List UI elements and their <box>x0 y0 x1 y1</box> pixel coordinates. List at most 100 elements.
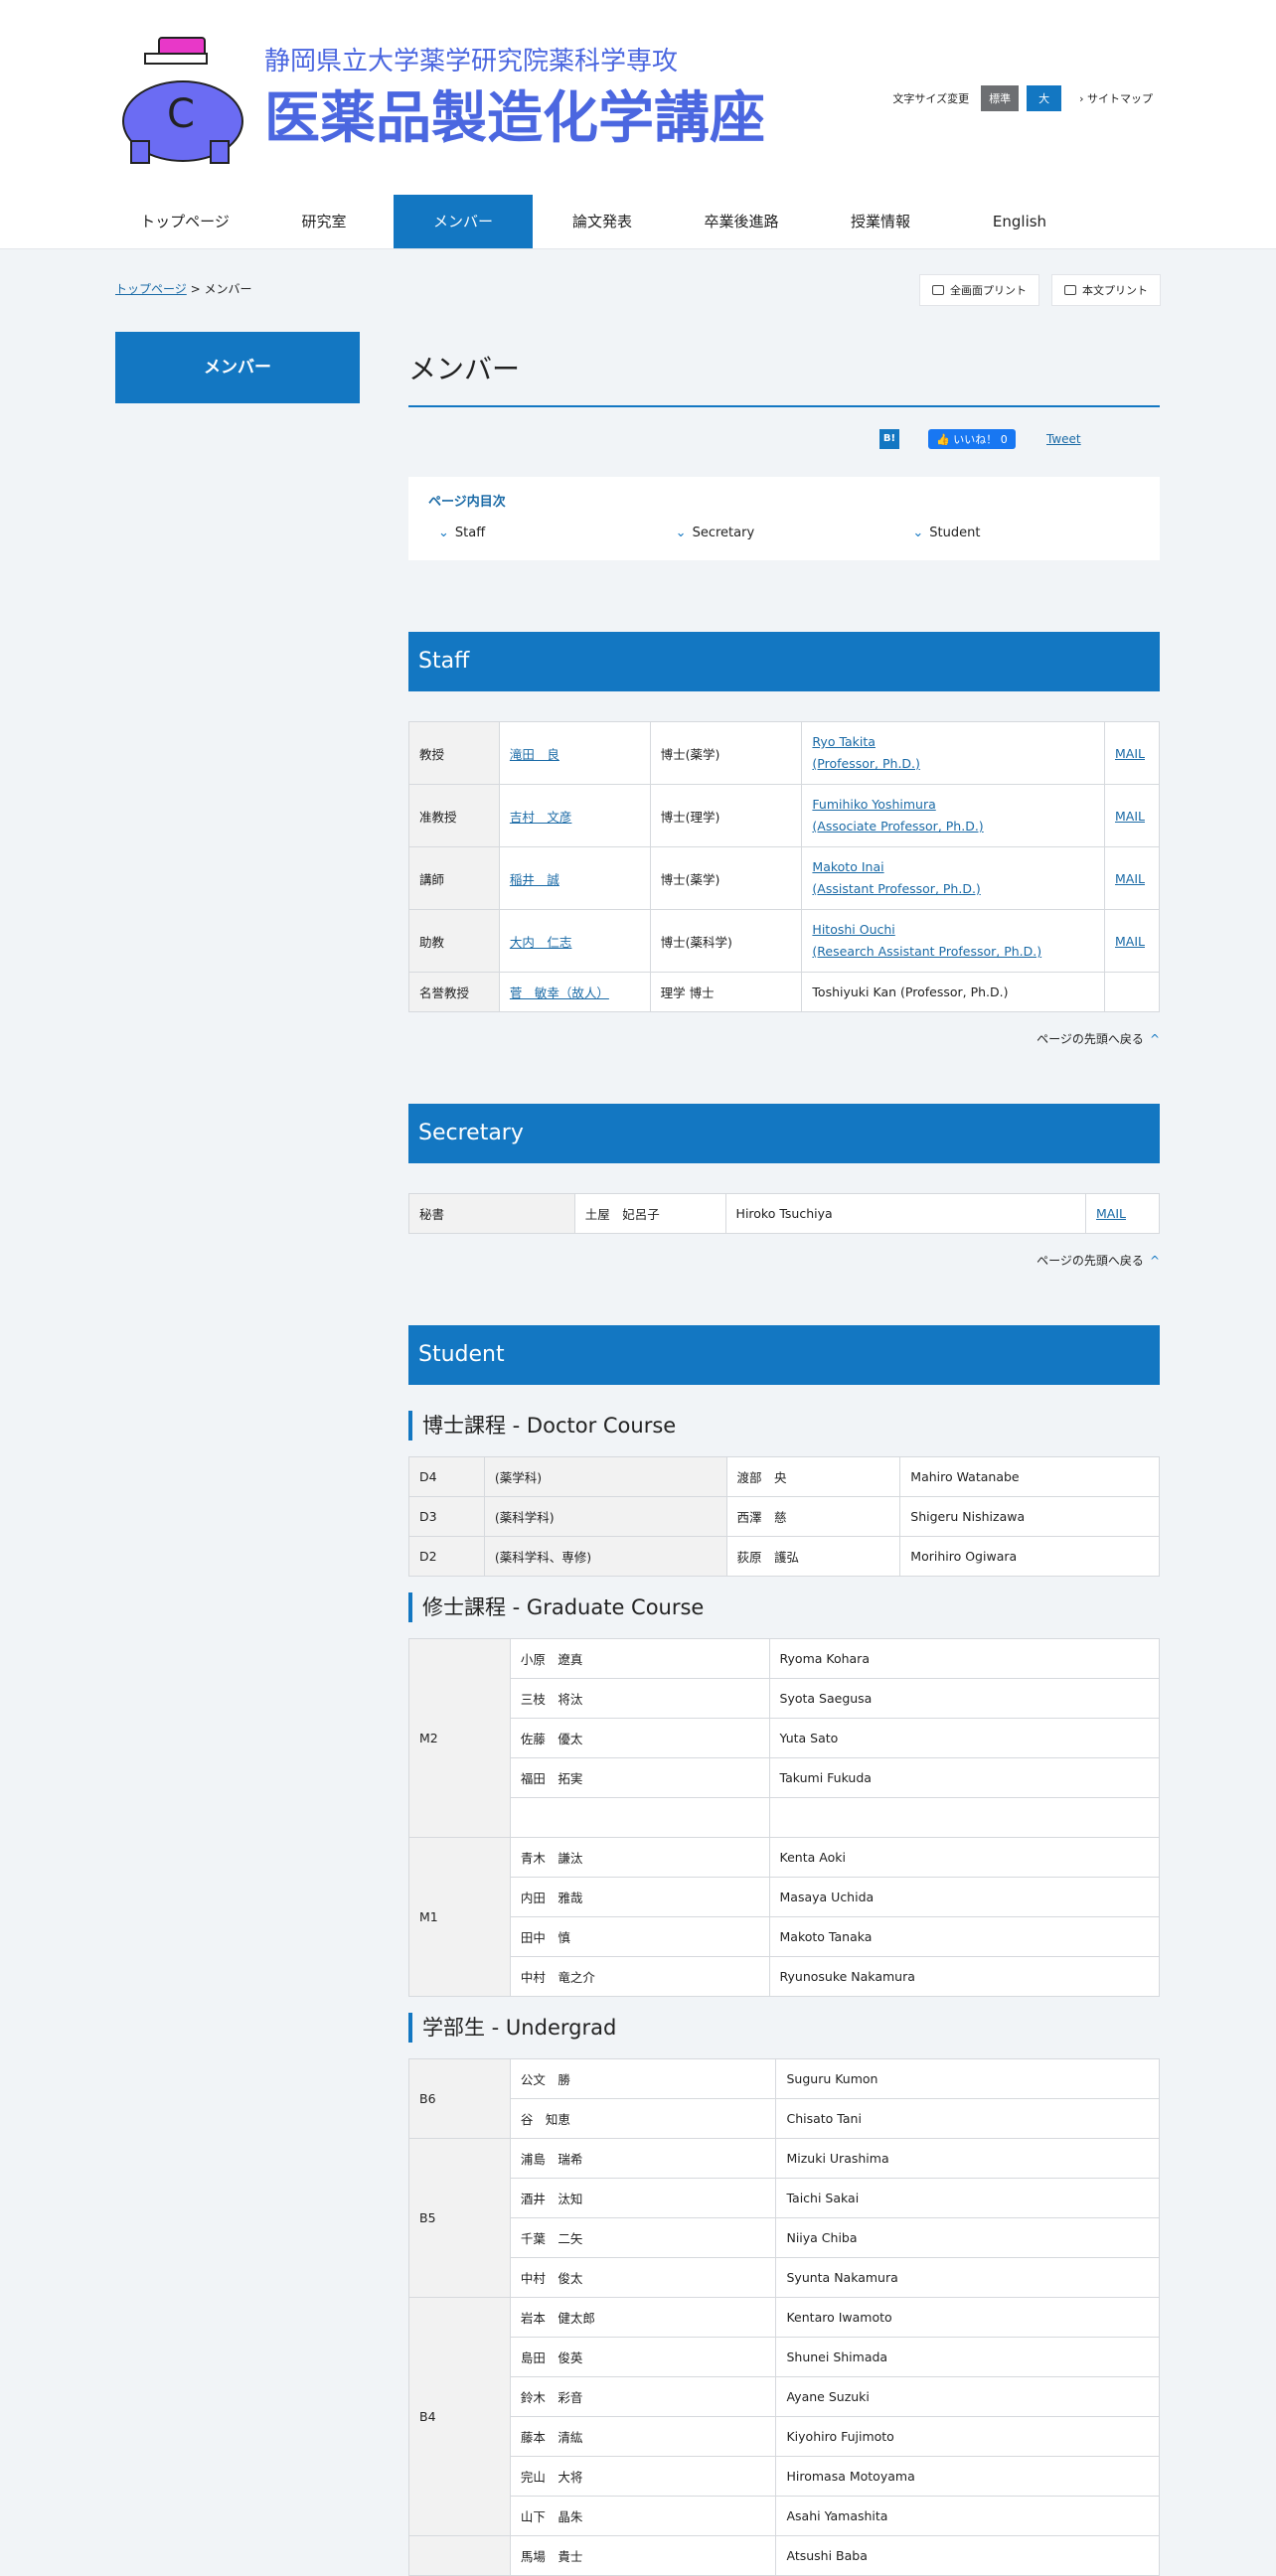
site-logo[interactable]: C 静岡県立大学薬学研究院薬科学専攻 医薬品製造化学講座 <box>115 30 771 169</box>
table-row: 中村 竜之介 Ryunosuke Nakamura <box>409 1956 1161 1997</box>
printer-icon <box>1064 285 1076 295</box>
nav-item-papers[interactable]: 論文発表 <box>533 195 672 248</box>
nav-item-english[interactable]: English <box>950 195 1089 248</box>
table-row: B5 浦島 瑞希 Mizuki Urashima <box>408 2138 1160 2298</box>
nav-item-career[interactable]: 卒業後進路 <box>672 195 811 248</box>
staff-en-link[interactable]: Ryo Takita (Professor, Ph.D.) <box>812 734 919 771</box>
side-nav-members[interactable]: メンバー <box>115 332 360 403</box>
table-row: 講師 稲井 誠 博士(薬学) Makoto Inai (Assistant Pro… <box>408 846 1161 910</box>
chevron-up-icon: ^ <box>1149 1254 1160 1268</box>
page-toc: ページ内目次 Staff Secretary Student <box>408 477 1160 560</box>
table-row: 藤本 清紘 Kiyohiro Fujimoto <box>409 2416 1160 2457</box>
font-size-large-button[interactable]: 大 <box>1027 85 1062 111</box>
mail-link[interactable]: MAIL <box>1096 1206 1126 1221</box>
toc-item-student[interactable]: Student <box>902 526 1140 540</box>
printer-icon <box>932 285 944 295</box>
mail-link[interactable]: MAIL <box>1115 934 1145 949</box>
table-row: 三枝 将汰 Syota Saegusa <box>409 1678 1161 1719</box>
subheading-undergrad: 学部生 - Undergrad <box>408 2013 1160 2043</box>
toc-title: ページ内目次 <box>428 495 506 510</box>
main-content: メンバー B! 👍 いいね！ 0 Tweet ページ内目次 Staff Secr… <box>408 332 1161 2576</box>
staff-en-link[interactable]: Hitoshi Ouchi (Research Assistant Profess… <box>812 922 1041 959</box>
thumbs-up-icon: 👍 <box>936 433 950 446</box>
doctor-table: D4 (薬学科) 渡部 央 Mahiro Watanabe D3 (薬科学科) 西澤 慈S… <box>408 1456 1160 1577</box>
staff-table: 教授 滝田 良 博士(薬学) Ryo Takita (Professor, Ph.… <box>408 721 1161 1012</box>
breadcrumb: トップページ > メンバー <box>115 282 252 296</box>
breadcrumb-current: メンバー <box>204 282 252 296</box>
print-buttons: 全画面プリント 本文プリント <box>919 274 1161 306</box>
staff-name-link[interactable]: 吉村 文彦 <box>510 810 572 825</box>
table-row: B6 公文 勝 Suguru Kumon <box>408 2058 1160 2139</box>
nav-item-lab[interactable]: 研究室 <box>254 195 394 248</box>
table-row: 中村 俊太 Syunta Nakamura <box>409 2257 1160 2298</box>
logo-graphic: C 静岡県立大学薬学研究院薬科学専攻 医薬品製造化学講座 <box>122 37 765 164</box>
toc-item-staff[interactable]: Staff <box>428 526 666 540</box>
table-row: D3 (薬科学科) 西澤 慈 Shigeru Nishizawa <box>408 1496 1160 1537</box>
table-row: 谷 知恵 Chisato Tani <box>409 2098 1160 2139</box>
staff-en-link[interactable]: Makoto Inai (Assistant Professor, Ph.D.) <box>812 859 980 896</box>
sitemap-link[interactable]: › サイトマップ <box>1079 90 1153 106</box>
font-size-standard-button[interactable]: 標準 <box>981 85 1020 111</box>
breadcrumb-home-link[interactable]: トップページ <box>115 282 187 296</box>
table-row: 佐藤 優太 Yuta Sato <box>409 1718 1161 1758</box>
table-row: M2 小原 遼真 Ryoma Kohara <box>408 1638 1161 1838</box>
tweet-link[interactable]: Tweet <box>1046 432 1081 446</box>
site-header: C 静岡県立大学薬学研究院薬科学専攻 医薬品製造化学講座 文字サイズ変更 標準 … <box>0 0 1276 249</box>
staff-name-link[interactable]: 大内 仁志 <box>510 935 572 950</box>
subheading-graduate: 修士課程 - Graduate Course <box>408 1592 1160 1622</box>
table-row: 鈴木 彩音 Ayane Suzuki <box>409 2376 1160 2417</box>
section-heading-secretary: Secretary <box>408 1104 1160 1163</box>
facebook-like-button[interactable]: 👍 いいね！ 0 <box>928 429 1016 449</box>
font-size-label: 文字サイズ変更 <box>892 92 970 105</box>
utility-bar: 文字サイズ変更 標準 大 › サイトマップ <box>892 85 1153 111</box>
mail-link[interactable]: MAIL <box>1115 809 1145 824</box>
table-row: 島田 俊英 Shunei Shimada <box>409 2337 1160 2377</box>
mail-link[interactable]: MAIL <box>1115 746 1145 761</box>
logo-subtitle: 静岡県立大学薬学研究院薬科学専攻 <box>264 47 678 76</box>
undergrad-table: B6 公文 勝 Suguru Kumon 谷 知恵 Chisato Tani B5 浦島… <box>408 2058 1160 2576</box>
nav-item-classes[interactable]: 授業情報 <box>811 195 950 248</box>
table-row: 名誉教授 菅 敏幸（故人） 理学 博士 Toshiyuki Kan (Profe… <box>408 972 1161 1012</box>
hatena-bookmark-button[interactable]: B! <box>879 429 899 449</box>
nav-item-top[interactable]: トップページ <box>115 195 254 248</box>
back-to-top-link[interactable]: ページの先頭へ戻る ^ <box>408 1234 1160 1291</box>
back-to-top-link[interactable]: ページの先頭へ戻る ^ <box>408 1012 1160 1070</box>
table-row: D4 (薬学科) 渡部 央 Mahiro Watanabe <box>408 1456 1160 1497</box>
page-title: メンバー <box>408 332 1160 407</box>
secretary-table: 秘書 土屋 妃呂子 Hiroko Tsuchiya MAIL <box>408 1193 1160 1234</box>
svg-text:C: C <box>167 91 195 137</box>
table-row: 教授 滝田 良 博士(薬学) Ryo Takita (Professor, Ph.… <box>408 721 1161 785</box>
staff-name-link[interactable]: 菅 敏幸（故人） <box>510 985 609 1000</box>
social-buttons: B! 👍 いいね！ 0 Tweet <box>408 407 1160 477</box>
graduate-table: M2 小原 遼真 Ryoma Kohara 三枝 将汰 Syota Saegusa 佐… <box>408 1638 1161 1997</box>
nav-item-members[interactable]: メンバー <box>394 195 533 248</box>
section-heading-student: Student <box>408 1325 1160 1385</box>
print-body-button[interactable]: 本文プリント <box>1051 274 1161 306</box>
toc-item-secretary[interactable]: Secretary <box>666 526 903 540</box>
table-row: 田中 慎 Makoto Tanaka <box>409 1916 1161 1957</box>
table-row: D2 (薬科学科、専修) 荻原 護弘 Morihiro Ogiwara <box>408 1536 1160 1577</box>
table-row: 完山 大将 Hiromasa Motoyama <box>409 2456 1160 2497</box>
table-row: 福田 拓実 Takumi Fukuda <box>409 1757 1161 1798</box>
table-row: 助教 大内 仁志 博士(薬科学) Hitoshi Ouchi (Research … <box>408 909 1161 973</box>
table-row: 山下 晶朱 Asahi Yamashita <box>409 2496 1160 2536</box>
table-row: M1 青木 謙汰 Kenta Aoki <box>408 1837 1161 1997</box>
section-heading-staff: Staff <box>408 632 1160 691</box>
chevron-right-icon: › <box>1079 92 1084 105</box>
subheading-doctor: 博士課程 - Doctor Course <box>408 1411 1160 1440</box>
table-row-empty <box>409 1797 1161 1838</box>
staff-name-link[interactable]: 稲井 誠 <box>510 872 559 887</box>
print-full-button[interactable]: 全画面プリント <box>919 274 1039 306</box>
table-row: 馬場 貴士 Atsushi Baba <box>408 2535 1160 2576</box>
table-row: 千葉 二矢 Niiya Chiba <box>409 2217 1160 2258</box>
table-row: 酒井 汰知 Taichi Sakai <box>409 2178 1160 2218</box>
staff-name-link[interactable]: 滝田 良 <box>510 747 559 762</box>
table-row: 准教授 吉村 文彦 博士(理学) Fumihiko Yoshimura (Asso… <box>408 784 1161 847</box>
table-row: 内田 雅哉 Masaya Uchida <box>409 1877 1161 1917</box>
staff-en-link[interactable]: Fumihiko Yoshimura (Associate Professor, … <box>812 797 983 833</box>
chevron-up-icon: ^ <box>1149 1032 1160 1046</box>
table-row: B4 岩本 健太郎 Kentaro Iwamoto <box>408 2297 1160 2536</box>
mail-link[interactable]: MAIL <box>1115 871 1145 886</box>
table-row: 秘書 土屋 妃呂子 Hiroko Tsuchiya MAIL <box>408 1193 1160 1234</box>
global-nav: トップページ 研究室 メンバー 論文発表 卒業後進路 授業情報 English <box>115 195 1089 248</box>
